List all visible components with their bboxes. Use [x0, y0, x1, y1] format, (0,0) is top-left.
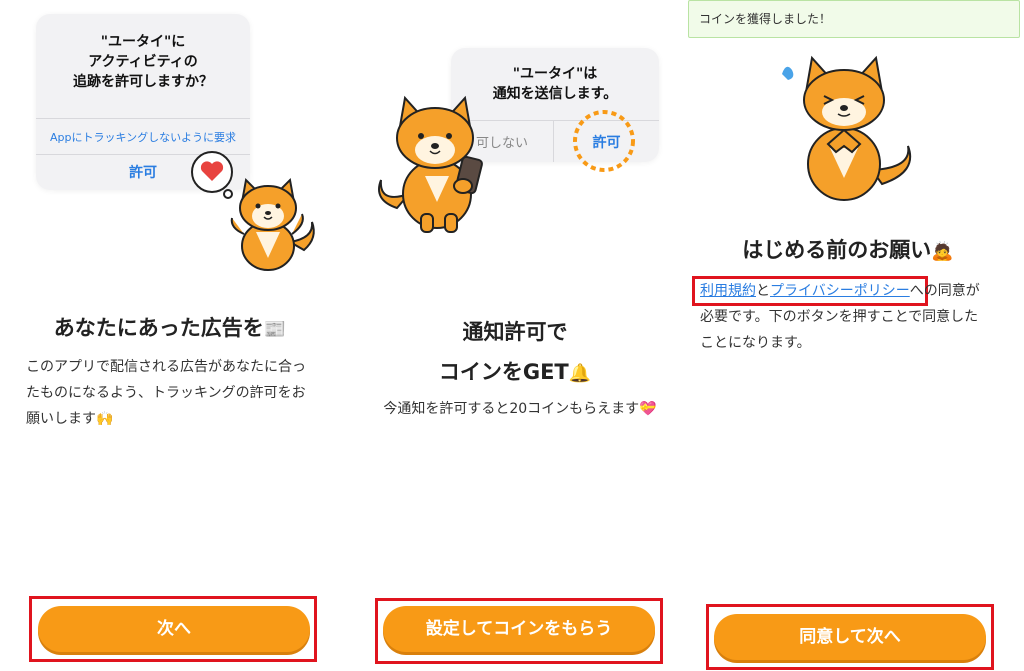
description-line1: このアプリで配信される広告があなたに合っ — [26, 359, 306, 375]
heading-line2-text: コインをGET — [438, 360, 569, 384]
description-line1: 利用規約とプライバシーポリシーへの同意が — [700, 278, 1020, 304]
next-button[interactable]: 次へ — [38, 606, 310, 652]
heading-text: あなたにあった広告を — [53, 316, 264, 340]
dialog-title-line2: アクティビティの — [88, 54, 198, 70]
gift-heart-icon: 💝 — [639, 401, 657, 417]
raising-hands-icon: 🙌 — [96, 411, 114, 427]
description-line3-text: 願いします — [26, 411, 96, 427]
dashed-highlight-circle-icon — [573, 110, 635, 172]
tracking-permission-panel: "ユータイ"に アクティビティの 追跡を許可しますか？ Appにトラッキングしな… — [0, 0, 340, 671]
description-line3: ことになります。 — [700, 335, 811, 351]
terms-of-service-link[interactable]: 利用規約 — [700, 283, 756, 299]
dialog-title-line1: "ユータイ"に — [100, 34, 186, 50]
description-line2: 必要です。下のボタンを押すことで同意した — [700, 309, 979, 325]
newspaper-icon: 📰 — [263, 319, 287, 340]
notification-permission-panel: "ユータイ"は 通知を送信します。 可しない 許可 通知許可で コインをGET🔔… — [345, 0, 685, 671]
coin-acquired-toast: コインを獲得しました！ — [688, 0, 1020, 38]
heading-line2: コインをGET🔔 — [385, 352, 645, 394]
dialog-title-line3: 追跡を許可しますか？ — [73, 74, 213, 90]
get-coins-button[interactable]: 設定してコインをもらう — [383, 606, 655, 652]
dialog-title-line1: "ユータイ"は — [512, 66, 598, 82]
terms-consent-panel: コインを獲得しました！ はじめる前のお願い🙇 利用規約とプライバシーポリシーへの… — [688, 0, 1024, 671]
shiba-dog-phone-illustration — [378, 95, 483, 233]
description-line1-rest: への同意が — [909, 283, 980, 299]
shiba-dog-illustration — [230, 177, 315, 271]
heading-text: はじめる前のお願い — [742, 238, 932, 262]
page-title: はじめる前のお願い🙇 — [698, 234, 998, 264]
shiba-dog-bowing-illustration — [782, 55, 912, 201]
page-title: 通知許可で コインをGET🔔 — [385, 312, 645, 394]
bell-icon: 🔔 — [568, 363, 592, 384]
description: このアプリで配信される広告があなたに合っ たものになるよう、トラッキングの許可を… — [26, 354, 336, 432]
privacy-policy-link[interactable]: プライバシーポリシー — [770, 283, 910, 299]
description-line3: 願いします🙌 — [26, 406, 336, 432]
description: 今通知を許可すると20コインもらえます💝 — [365, 396, 675, 422]
divider — [36, 118, 250, 119]
description-line2: たものになるよう、トラッキングの許可をお — [26, 385, 306, 401]
bowing-person-icon: 🙇 — [931, 241, 954, 262]
ask-not-track-button[interactable]: Appにトラッキングしないように要求 — [36, 129, 250, 145]
heading-line1: 通知許可で — [462, 320, 568, 344]
page-title: あなたにあった広告を📰 — [30, 312, 310, 342]
and-text: と — [756, 283, 770, 299]
description: 利用規約とプライバシーポリシーへの同意が 必要です。下のボタンを押すことで同意し… — [700, 278, 1020, 356]
agree-and-next-button[interactable]: 同意して次へ — [714, 614, 986, 660]
description-text: 今通知を許可すると20コインもらえます — [383, 401, 640, 417]
